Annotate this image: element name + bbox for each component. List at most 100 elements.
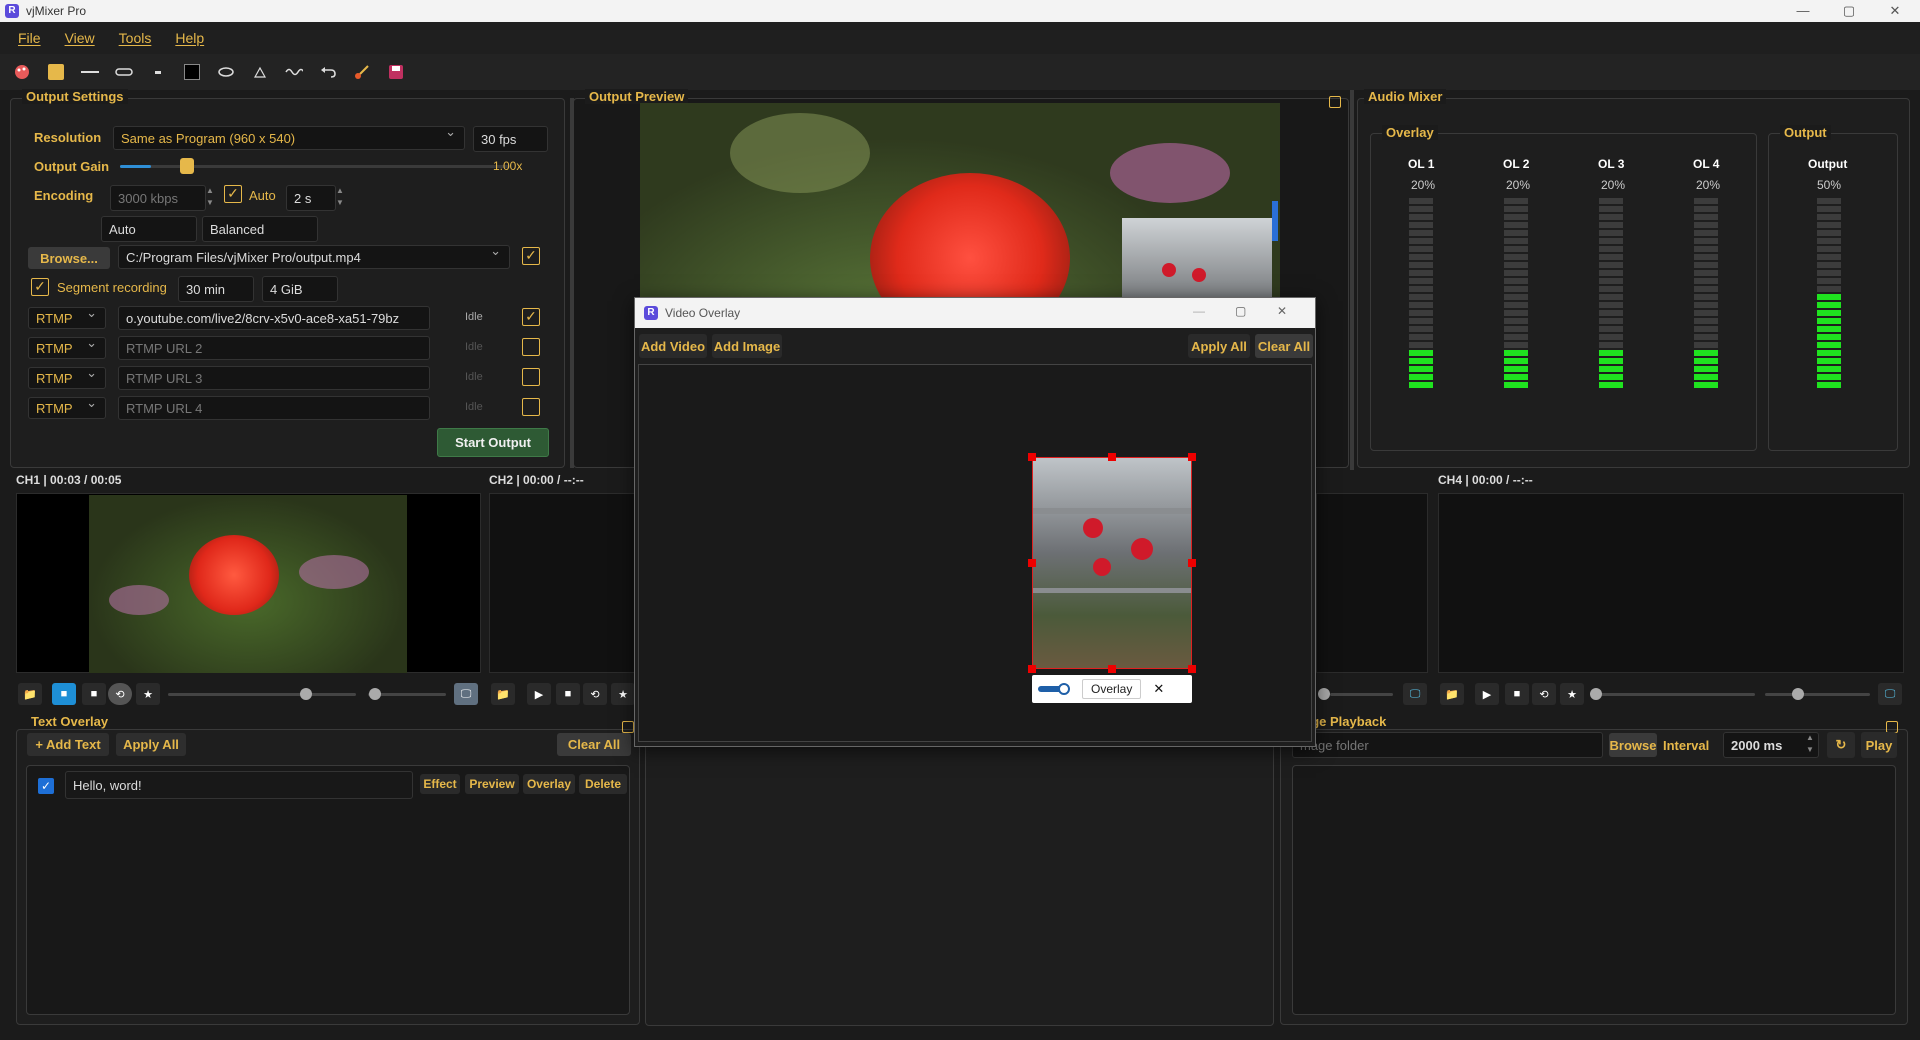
ch3-output-monitor-icon[interactable]: 🖵 bbox=[1403, 683, 1427, 705]
text-effect-button[interactable]: Effect bbox=[420, 774, 460, 794]
interval-spinner[interactable]: ▲ ▼ bbox=[1806, 732, 1818, 756]
menu-help[interactable]: Help bbox=[175, 30, 204, 46]
ch2-favorite-icon[interactable]: ★ bbox=[611, 683, 635, 705]
dialog-minimize-button[interactable]: — bbox=[1193, 304, 1205, 318]
add-text-button[interactable]: + Add Text bbox=[27, 733, 109, 756]
rtmp-url-field[interactable]: RTMP URL 2 bbox=[118, 336, 430, 360]
ch1-loop-icon[interactable]: ⟲ bbox=[108, 683, 132, 705]
gain-slider-handle[interactable] bbox=[180, 158, 195, 174]
rtmp-enable-checkbox[interactable]: ✓ bbox=[522, 308, 540, 326]
clear-all-text-button[interactable]: Clear All bbox=[557, 733, 631, 756]
menu-tools[interactable]: Tools bbox=[119, 30, 152, 46]
rtmp-protocol-select[interactable]: RTMP bbox=[28, 365, 106, 389]
text-delete-button[interactable]: Delete bbox=[579, 774, 627, 794]
pen-icon[interactable] bbox=[114, 62, 134, 82]
overlay-item-label[interactable]: Overlay bbox=[1082, 679, 1142, 699]
ch4-seek-handle[interactable] bbox=[1590, 688, 1602, 700]
resize-handle-e[interactable] bbox=[1188, 559, 1196, 567]
add-image-button[interactable]: Add Image bbox=[712, 334, 782, 358]
output-path-field[interactable]: C:/Program Files/vjMixer Pro/output.mp4 bbox=[118, 243, 510, 269]
gain-slider-track[interactable] bbox=[120, 165, 510, 168]
text-item-checkbox[interactable]: ✓ bbox=[38, 778, 54, 794]
ch4-volume-slider[interactable] bbox=[1765, 693, 1870, 696]
ch1-seek-handle[interactable] bbox=[300, 688, 312, 700]
ch3-seek-handle[interactable] bbox=[1318, 688, 1330, 700]
ch4-seek-slider[interactable] bbox=[1595, 693, 1755, 696]
rtmp-protocol-select[interactable]: RTMP bbox=[28, 395, 106, 419]
text-preview-button[interactable]: Preview bbox=[465, 774, 519, 794]
record-enable-checkbox[interactable]: ✓ bbox=[522, 247, 540, 265]
ch4-favorite-icon[interactable]: ★ bbox=[1560, 683, 1584, 705]
triangle-icon[interactable] bbox=[250, 62, 270, 82]
save-icon[interactable] bbox=[386, 62, 406, 82]
keyframe-field[interactable]: 2 s bbox=[286, 185, 336, 211]
overlay-canvas[interactable]: Overlay ✕ bbox=[638, 364, 1312, 742]
ch2-loop-icon[interactable]: ⟲ bbox=[583, 683, 607, 705]
ch1-output-monitor-icon[interactable]: 🖵 bbox=[454, 683, 478, 705]
brush-icon[interactable] bbox=[352, 62, 372, 82]
overlay-clear-all-button[interactable]: Clear All bbox=[1255, 334, 1313, 358]
refresh-icon[interactable]: ↻ bbox=[1827, 732, 1855, 758]
close-button[interactable]: ✕ bbox=[1872, 0, 1918, 22]
rtmp-enable-checkbox[interactable] bbox=[522, 338, 540, 356]
ch4-play-icon[interactable]: ▶ bbox=[1475, 683, 1499, 705]
segment-time-field[interactable]: 30 min bbox=[178, 276, 254, 302]
ch1-volume-handle[interactable] bbox=[369, 688, 381, 700]
ch1-open-folder-icon[interactable]: 📁 bbox=[18, 683, 42, 705]
dialog-close-button[interactable]: ✕ bbox=[1277, 304, 1287, 318]
ch1-stop-icon[interactable]: ■ bbox=[52, 683, 76, 705]
text-overlay-button[interactable]: Overlay bbox=[523, 774, 575, 794]
dialog-maximize-button[interactable]: ▢ bbox=[1235, 304, 1246, 318]
resize-handle-sw[interactable] bbox=[1028, 665, 1036, 673]
overlay-toggle[interactable] bbox=[1038, 683, 1070, 695]
ch1-favorite-icon[interactable]: ★ bbox=[136, 683, 160, 705]
ch1-seek-slider[interactable] bbox=[168, 693, 356, 696]
encoder-preset-auto[interactable]: Auto bbox=[101, 216, 197, 242]
image-play-button[interactable]: Play bbox=[1861, 732, 1897, 758]
bitrate-field[interactable]: 3000 kbps bbox=[110, 185, 206, 211]
wave-icon[interactable] bbox=[284, 62, 304, 82]
ch2-stop-icon[interactable]: ■ bbox=[556, 683, 580, 705]
overlay-image-item[interactable] bbox=[1032, 457, 1192, 669]
resize-handle-nw[interactable] bbox=[1028, 453, 1036, 461]
resolution-select[interactable]: Same as Program (960 x 540) bbox=[113, 124, 465, 150]
segment-size-field[interactable]: 4 GiB bbox=[262, 276, 338, 302]
text-item-field[interactable]: Hello, word! bbox=[65, 771, 413, 799]
fps-field[interactable]: 30 fps bbox=[473, 126, 548, 152]
ch4-stop-icon[interactable]: ■ bbox=[1505, 683, 1529, 705]
browse-output-button[interactable]: Browse... bbox=[28, 247, 110, 269]
rtmp-url-field[interactable]: RTMP URL 4 bbox=[118, 396, 430, 420]
interval-field[interactable]: 2000 ms bbox=[1723, 732, 1819, 758]
menu-view[interactable]: View bbox=[65, 30, 95, 46]
ch4-output-monitor-icon[interactable]: 🖵 bbox=[1878, 683, 1902, 705]
maximize-button[interactable]: ▢ bbox=[1826, 0, 1872, 22]
ch4-loop-icon[interactable]: ⟲ bbox=[1532, 683, 1556, 705]
resize-handle-w[interactable] bbox=[1028, 559, 1036, 567]
line-icon[interactable] bbox=[80, 62, 100, 82]
keyframe-spinner[interactable]: ▲ ▼ bbox=[336, 185, 348, 209]
rtmp-protocol-select[interactable]: RTMP bbox=[28, 305, 106, 329]
image-folder-field[interactable]: mage folder bbox=[1292, 732, 1603, 758]
resize-handle-n[interactable] bbox=[1108, 453, 1116, 461]
ch4-open-folder-icon[interactable]: 📁 bbox=[1440, 683, 1464, 705]
resize-handle-ne[interactable] bbox=[1188, 453, 1196, 461]
add-video-button[interactable]: Add Video bbox=[639, 334, 707, 358]
rtmp-url-field[interactable]: o.youtube.com/live2/8crv-x5v0-ace8-xa51-… bbox=[118, 306, 430, 330]
ch4-volume-handle[interactable] bbox=[1792, 688, 1804, 700]
apply-all-text-button[interactable]: Apply All bbox=[116, 733, 186, 756]
bitrate-spinner[interactable]: ▲ ▼ bbox=[206, 185, 218, 209]
rtmp-enable-checkbox[interactable] bbox=[522, 368, 540, 386]
image-browse-button[interactable]: Browse bbox=[1609, 733, 1657, 757]
detach-icon[interactable] bbox=[1329, 96, 1341, 108]
ch1-square-icon[interactable]: ■ bbox=[82, 683, 106, 705]
resize-handle-se[interactable] bbox=[1188, 665, 1196, 673]
ch3-volume-slider[interactable] bbox=[1330, 693, 1393, 696]
segment-recording-checkbox[interactable]: ✓ bbox=[31, 278, 49, 296]
start-output-button[interactable]: Start Output bbox=[437, 428, 549, 457]
detach-icon[interactable] bbox=[622, 721, 634, 733]
auto-bitrate-checkbox[interactable]: ✓ bbox=[224, 185, 242, 203]
undo-icon[interactable] bbox=[318, 62, 338, 82]
palette-icon[interactable] bbox=[12, 62, 32, 82]
dash-icon[interactable] bbox=[148, 62, 168, 82]
color-swatch-icon[interactable] bbox=[46, 62, 66, 82]
